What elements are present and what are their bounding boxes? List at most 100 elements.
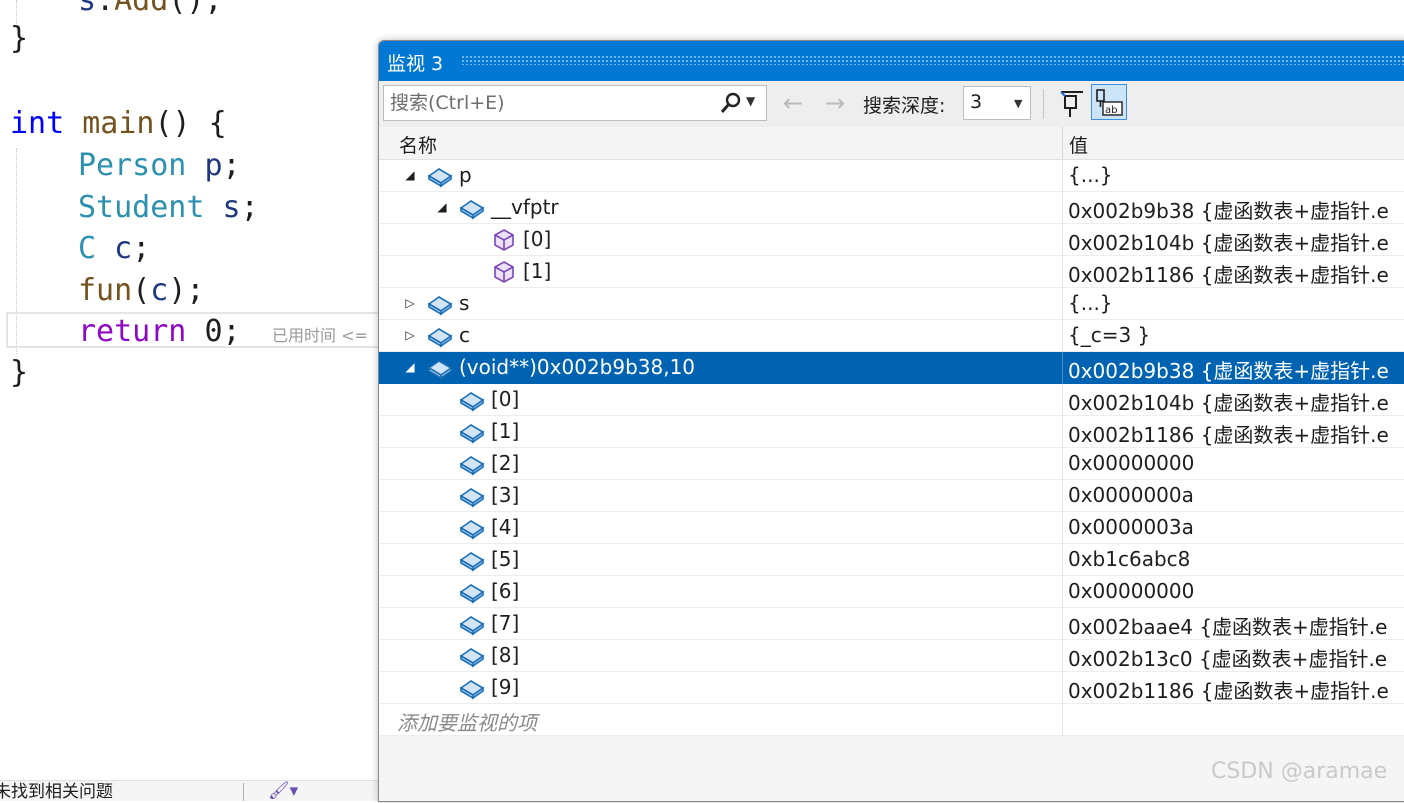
watch-row-value[interactable]: 0x002b104b {虚函数表+虚指针.e	[1068, 387, 1389, 416]
hex-display-toggle[interactable]: ab	[1091, 84, 1127, 120]
watch-row-value[interactable]: 0x002baae4 {虚函数表+虚指针.e	[1068, 611, 1387, 640]
search-previous-icon[interactable]: ←	[783, 89, 803, 117]
watch-row-value[interactable]: 0x00000000	[1068, 451, 1194, 475]
search-options-dropdown-icon[interactable]: ▼	[746, 94, 755, 108]
column-divider	[1062, 544, 1063, 576]
window-title: 监视 3	[387, 53, 444, 75]
code-line: s.Add();	[78, 0, 223, 18]
code-line: fun(c);	[78, 273, 205, 308]
watch-row-value[interactable]: 0x0000000a	[1068, 483, 1194, 507]
column-divider	[1062, 256, 1063, 288]
add-watch-placeholder[interactable]: 添加要监视的项	[397, 707, 537, 736]
search-input[interactable]	[390, 86, 710, 120]
watch-row-name[interactable]: s	[459, 291, 469, 315]
column-divider	[1062, 704, 1063, 736]
watch-row-value[interactable]: {_c=3 }	[1068, 323, 1150, 347]
watch-row[interactable]: [0] 0x002b104b {虚函数表+虚指针.e	[379, 224, 1404, 256]
column-divider	[1062, 640, 1063, 672]
watch-row-value[interactable]: 0x0000003a	[1068, 515, 1194, 539]
watch-row-value[interactable]: 0xb1c6abc8	[1068, 547, 1190, 571]
watch-row-value[interactable]: 0x002b9b38 {虚函数表+虚指针.e	[1068, 195, 1389, 224]
collapse-arrow-icon[interactable]: ◢	[435, 192, 449, 224]
column-divider	[1062, 384, 1063, 416]
watch-row-value[interactable]: 0x002b13c0 {虚函数表+虚指针.e	[1068, 643, 1387, 672]
code-line: Person p;	[78, 148, 241, 183]
watch-row[interactable]: [4] 0x0000003a	[379, 512, 1404, 544]
watch-row[interactable]: [8] 0x002b13c0 {虚函数表+虚指针.e	[379, 640, 1404, 672]
watch-row[interactable]: [6] 0x00000000	[379, 576, 1404, 608]
watch-row[interactable]: [2] 0x00000000	[379, 448, 1404, 480]
code-line: C c;	[78, 231, 151, 266]
watch-row-value[interactable]: 0x002b1186 {虚函数表+虚指针.e	[1068, 419, 1389, 448]
watch-row-value[interactable]: 0x002b9b38 {虚函数表+虚指针.e	[1068, 355, 1389, 384]
watch-row-name[interactable]: [5]	[491, 547, 519, 571]
object-icon	[459, 452, 485, 476]
column-name-header[interactable]: 名称	[399, 131, 437, 158]
column-value-header[interactable]: 值	[1069, 131, 1088, 158]
perf-tip[interactable]: 已用时间 <=	[272, 322, 368, 346]
status-separator	[243, 783, 244, 801]
watch-titlebar[interactable]: 监视 3	[379, 41, 1404, 81]
watch-row-name[interactable]: [1]	[523, 259, 551, 283]
watch-row-value[interactable]: {...}	[1068, 291, 1113, 315]
watch-row-name[interactable]: [0]	[491, 387, 519, 411]
search-icon[interactable]	[720, 92, 742, 114]
expand-arrow-icon[interactable]: ▷	[403, 288, 417, 320]
watch-row-name[interactable]: [2]	[491, 451, 519, 475]
watch-row[interactable]: ▷ s {...}	[379, 288, 1404, 320]
object-icon	[459, 612, 485, 636]
watch-row-name[interactable]: [3]	[491, 483, 519, 507]
watch-row-name[interactable]: [4]	[491, 515, 519, 539]
pin-icon[interactable]	[1055, 85, 1089, 121]
collapse-arrow-icon[interactable]: ◢	[403, 352, 417, 384]
watch-row[interactable]: [1] 0x002b1186 {虚函数表+虚指针.e	[379, 416, 1404, 448]
search-depth-select[interactable]: 3 ▼	[963, 86, 1031, 120]
method-icon	[491, 228, 517, 252]
column-divider[interactable]	[1062, 127, 1063, 159]
watch-row[interactable]: ◢ __vfptr 0x002b9b38 {虚函数表+虚指针.e	[379, 192, 1404, 224]
watch-row[interactable]: [0] 0x002b104b {虚函数表+虚指针.e	[379, 384, 1404, 416]
object-icon	[459, 484, 485, 508]
collapse-arrow-icon[interactable]: ◢	[403, 160, 417, 192]
drag-grip[interactable]	[461, 55, 1404, 65]
watch-row-name[interactable]: [1]	[491, 419, 519, 443]
watch-row-name[interactable]: [7]	[491, 611, 519, 635]
column-divider	[1062, 672, 1063, 704]
watch-row-name[interactable]: c	[459, 323, 470, 347]
watch-row-value[interactable]: {...}	[1068, 163, 1113, 187]
column-divider	[1062, 320, 1063, 352]
watch-row-name[interactable]: p	[459, 163, 472, 187]
watch-row-name[interactable]: [0]	[523, 227, 551, 251]
object-icon	[427, 164, 453, 188]
column-divider	[1062, 512, 1063, 544]
watch-row-value[interactable]: 0x002b1186 {虚函数表+虚指针.e	[1068, 675, 1389, 704]
watch-row[interactable]: [7] 0x002baae4 {虚函数表+虚指针.e	[379, 608, 1404, 640]
watch-row-value[interactable]: 0x002b1186 {虚函数表+虚指针.e	[1068, 259, 1389, 288]
watch-row-name[interactable]: __vfptr	[491, 195, 559, 219]
column-divider	[1062, 576, 1063, 608]
watch-row[interactable]: [3] 0x0000000a	[379, 480, 1404, 512]
watch-row-value[interactable]: 0x00000000	[1068, 579, 1194, 603]
watch-row[interactable]: ▷ c {_c=3 }	[379, 320, 1404, 352]
search-depth-label: 搜索深度:	[863, 95, 946, 117]
object-icon	[459, 676, 485, 700]
code-line: }	[10, 21, 29, 56]
watch-row[interactable]: ◢ (void**)0x002b9b38,10 0x002b9b38 {虚函数表+虚…	[379, 352, 1404, 384]
object-icon	[427, 356, 453, 380]
watch-row[interactable]: [1] 0x002b1186 {虚函数表+虚指针.e	[379, 256, 1404, 288]
watch-row[interactable]: [9] 0x002b1186 {虚函数表+虚指针.e	[379, 672, 1404, 704]
watch-row-value[interactable]: 0x002b104b {虚函数表+虚指针.e	[1068, 227, 1389, 256]
search-next-icon[interactable]: →	[825, 89, 845, 117]
watch-row-name[interactable]: [9]	[491, 675, 519, 699]
watch-row[interactable]: ◢ p {...}	[379, 160, 1404, 192]
code-line-current: return 0;	[78, 314, 241, 349]
watch-row-name[interactable]: (void**)0x002b9b38,10	[459, 355, 695, 379]
search-box: ▼	[383, 85, 767, 121]
code-cleanup-icon[interactable]: 🖌▾	[268, 781, 298, 801]
toolbar-separator	[1043, 89, 1044, 119]
add-watch-row[interactable]: 添加要监视的项	[379, 704, 1404, 736]
watch-row-name[interactable]: [8]	[491, 643, 519, 667]
watch-row[interactable]: [5] 0xb1c6abc8	[379, 544, 1404, 576]
expand-arrow-icon[interactable]: ▷	[403, 320, 417, 352]
watch-row-name[interactable]: [6]	[491, 579, 519, 603]
